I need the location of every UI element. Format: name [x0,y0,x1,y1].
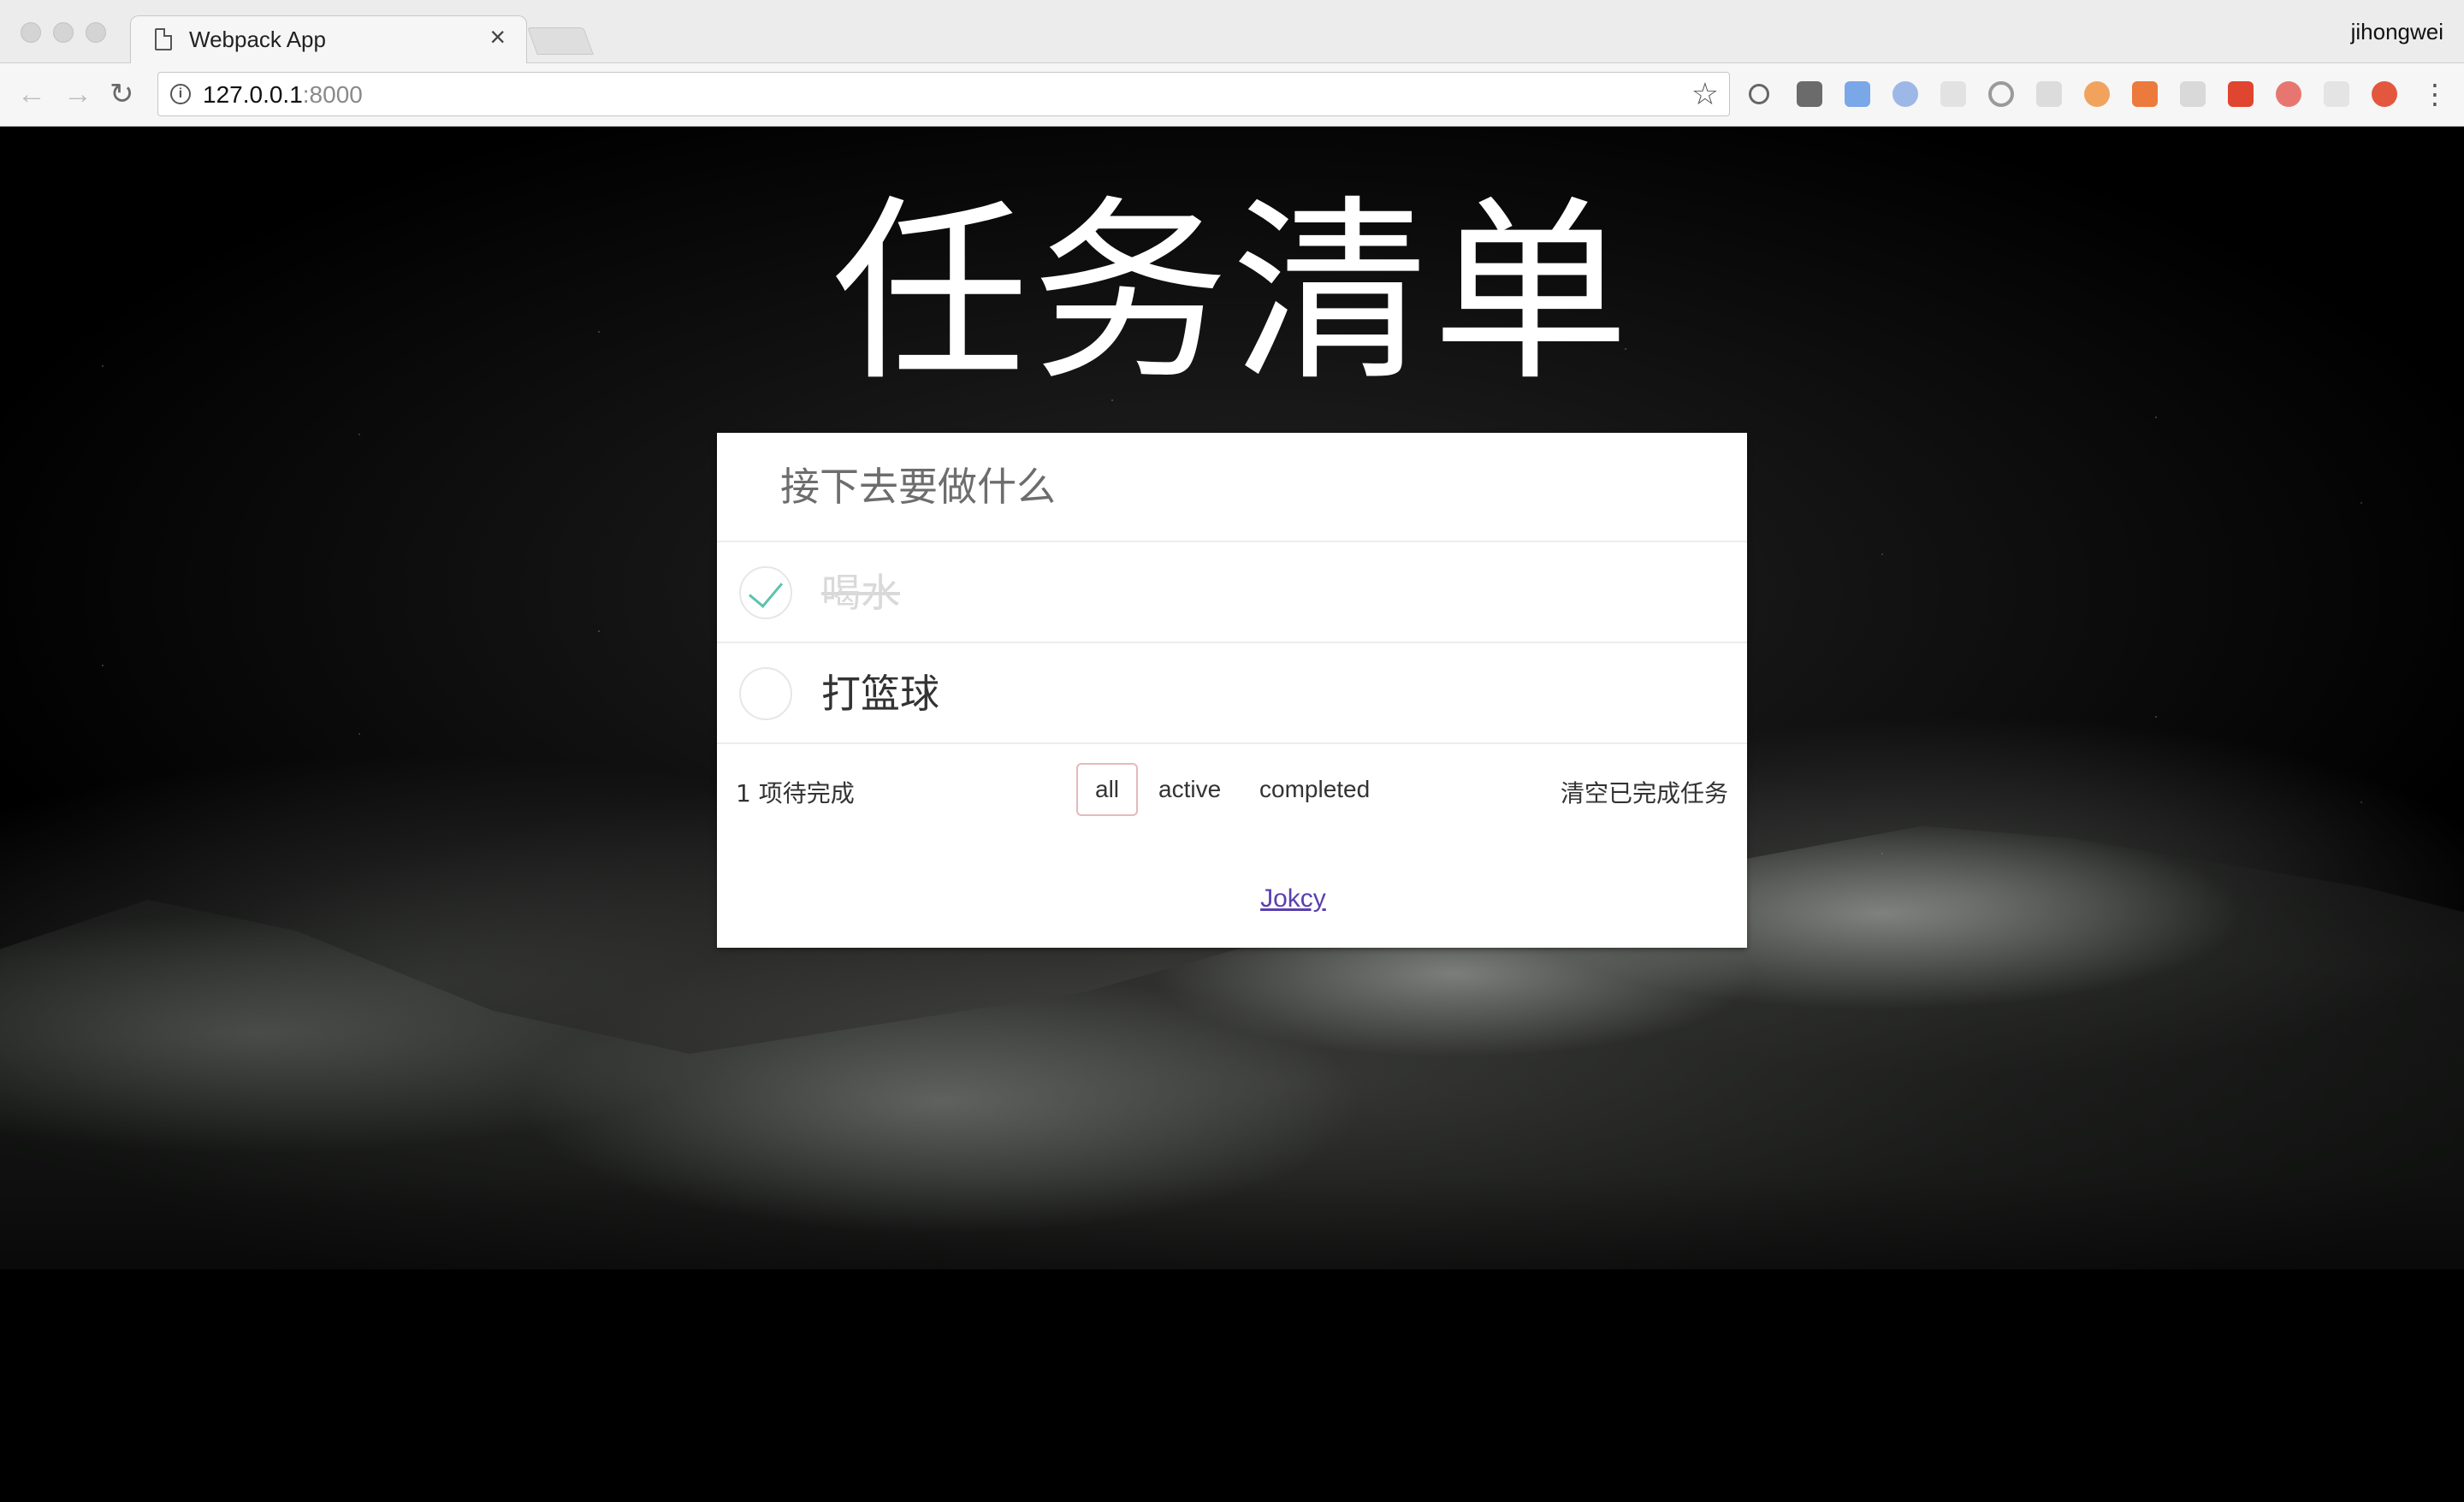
search-extension-icon[interactable] [1988,81,2014,107]
window-zoom-dot[interactable] [86,22,106,43]
todo-item: 打篮球 [717,643,1747,744]
video-extension-icon[interactable] [2228,81,2254,107]
todo-label[interactable]: 喝水 [821,568,900,618]
credit-footer: Written by Jokcy [0,884,2464,914]
document-icon [155,28,172,50]
window-close-dot[interactable] [21,22,41,43]
items-left-count: 1 项待完成 [736,779,855,807]
back-icon[interactable]: ← [17,77,46,111]
tab-close-icon[interactable]: × [489,23,506,50]
filter-active[interactable]: active [1140,763,1240,816]
url-text: 127.0.0.1:8000 [203,81,363,109]
infinity-extension-icon[interactable] [2084,81,2110,107]
tab-title: Webpack App [189,27,326,52]
check-icon [749,572,783,608]
new-tab-button[interactable] [527,27,594,55]
author-link[interactable]: Jokcy [1260,884,1326,913]
credit-prefix: Written by [1138,884,1253,913]
app-title: 任务清单 [831,180,1632,408]
todo-footer: 1 项待完成 all active completed 清空已完成任务 [717,744,1747,948]
bookmark-star-icon[interactable]: ☆ [1691,76,1719,112]
reload-icon[interactable]: ↻ [110,77,134,111]
translate-extension-icon[interactable] [1845,81,1870,107]
todo-label[interactable]: 打篮球 [821,669,939,718]
todo-toggle-checked[interactable] [739,566,792,619]
shield-extension-icon[interactable] [2372,81,2397,107]
clear-completed-button[interactable]: 清空已完成任务 [1561,775,1728,809]
todo-card: 喝水 打篮球 1 项待完成 all active completed 清空已完成… [717,433,1747,948]
todo-item: 喝水 [717,542,1747,643]
cursor-extension-icon[interactable] [2180,81,2206,107]
sync-extension-icon[interactable] [1892,81,1918,107]
browser-toolbar: ← → ↻ i 127.0.0.1:8000 ☆ ⋮ [0,63,2464,127]
filter-all[interactable]: all [1076,763,1139,816]
browser-tab[interactable]: Webpack App × [130,15,527,64]
rose-extension-icon[interactable] [2276,81,2301,107]
page-viewport: 任务清单 喝水 打篮球 1 项待完成 all active completed … [0,127,2464,1502]
window-minimize-dot[interactable] [53,22,74,43]
forward-icon[interactable]: → [63,77,92,111]
browser-menu-icon[interactable]: ⋮ [2421,79,2449,109]
page-bottom-band [0,1269,2464,1502]
power-extension-icon[interactable] [1749,84,1769,104]
pocket-extension-icon[interactable] [1797,81,1822,107]
address-bar[interactable]: i 127.0.0.1:8000 ☆ [157,72,1730,116]
ex-extension-icon[interactable] [1940,81,1966,107]
percent-extension-icon[interactable] [2132,81,2158,107]
profile-name[interactable]: jihongwei [2351,19,2443,45]
tree-extension-icon[interactable] [2036,81,2062,107]
browser-tabstrip: Webpack App × jihongwei [0,0,2464,64]
filter-completed[interactable]: completed [1241,763,1389,816]
url-host: 127.0.0.1 [203,81,303,108]
todo-toggle[interactable] [739,667,792,720]
url-port: :8000 [302,81,363,108]
wave-extension-icon[interactable] [2324,81,2349,107]
new-todo-input[interactable] [717,433,1747,542]
site-info-icon[interactable]: i [170,84,191,104]
